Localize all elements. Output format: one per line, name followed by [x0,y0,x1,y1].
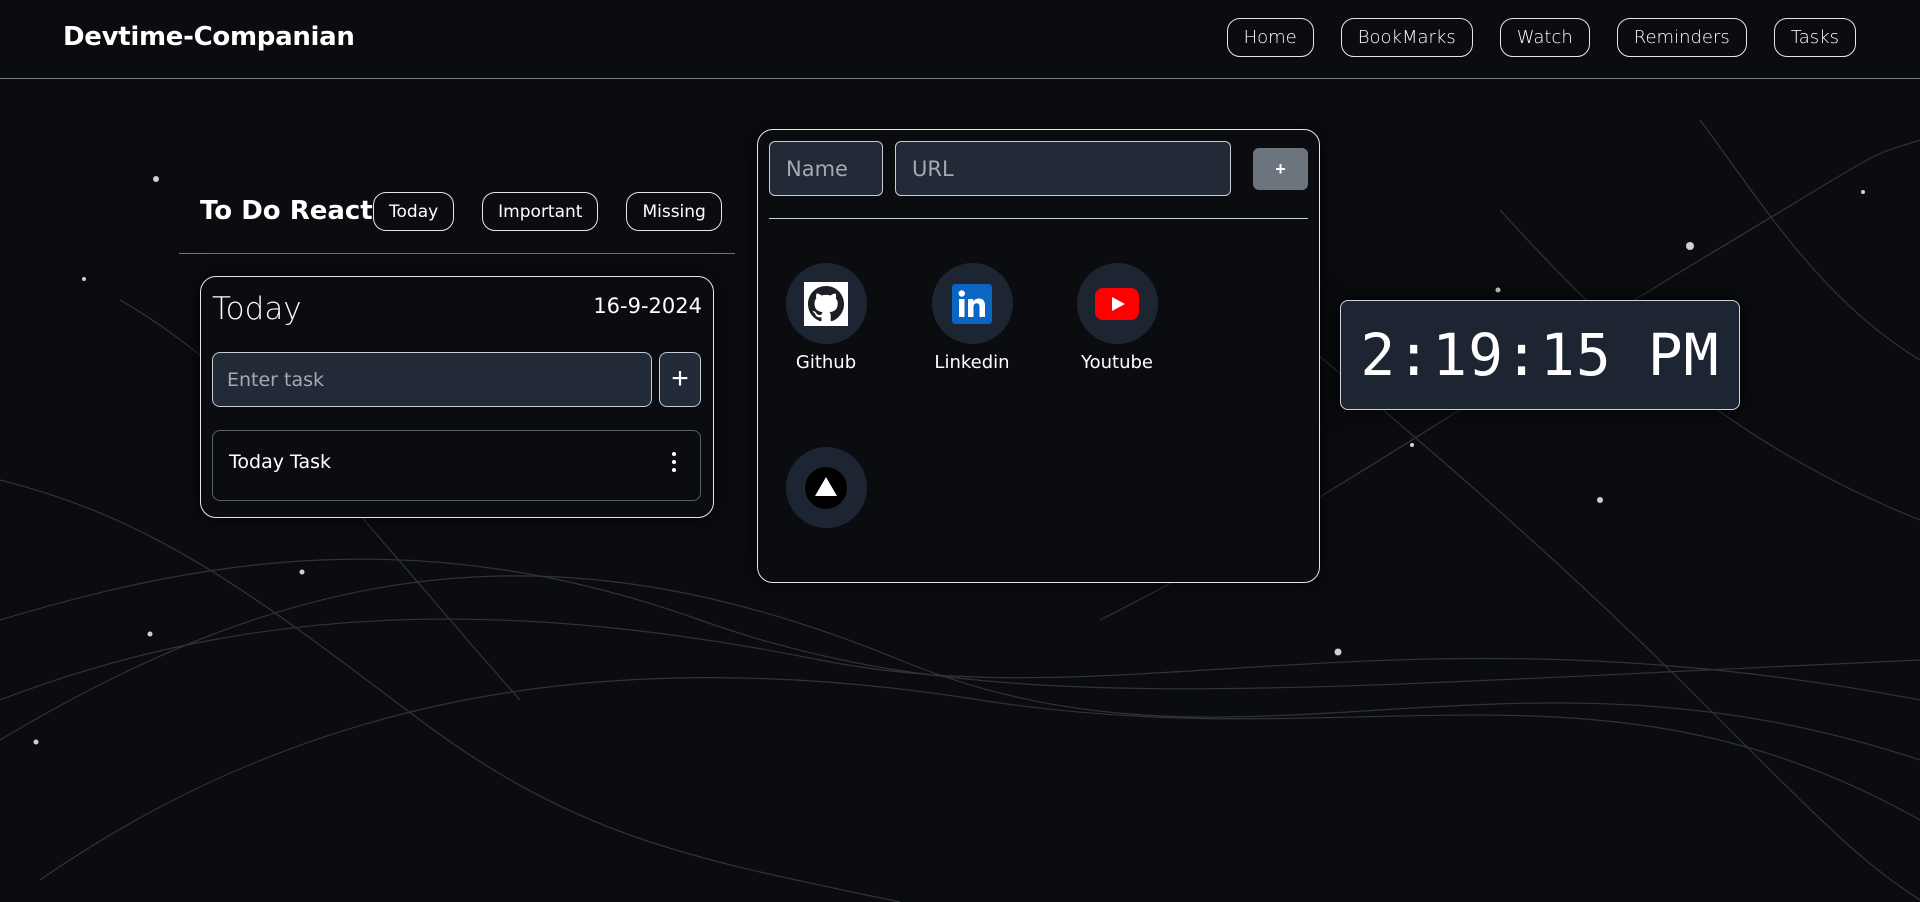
github-icon [804,281,848,326]
today-card: Today 16-9-2024 + Today Task [200,276,714,518]
nav-tasks[interactable]: Tasks [1773,18,1856,57]
top-navbar: Devtime-Companian Home BookMarks Watch R… [0,0,1920,79]
filter-missing[interactable]: Missing [626,192,722,231]
bookmark-name-input[interactable] [769,141,883,196]
kebab-menu-icon[interactable] [670,451,678,473]
bookmark-github[interactable]: Github [766,263,886,373]
digital-clock: 2:19:15 PM [1340,300,1740,410]
nav-links: Home BookMarks Watch Reminders Tasks [1226,18,1856,57]
todo-header: To Do React Today Important Missing [179,192,735,254]
bookmark-label: Linkedin [934,352,1010,373]
bookmarks-panel: + Github Linkedin Youtu [757,129,1320,583]
today-label: Today [212,291,302,327]
brand-title: Devtime-Companian [63,22,355,52]
bookmark-icon-circle [1076,263,1158,344]
todo-title: To Do React [200,196,373,226]
linkedin-icon [952,283,992,324]
today-date: 16-9-2024 [593,294,702,318]
nav-watch[interactable]: Watch [1499,18,1590,57]
clock-time: 2:19:15 PM [1360,321,1720,389]
task-input[interactable] [212,352,652,407]
bookmark-icon-circle [785,447,867,528]
task-item[interactable]: Today Task [212,430,701,501]
bookmark-youtube[interactable]: Youtube [1057,263,1177,373]
task-text: Today Task [229,451,331,473]
add-task-button[interactable]: + [659,352,701,407]
filter-today[interactable]: Today [373,192,455,231]
todo-filters: Today Important Missing [373,192,722,231]
bookmark-url-input[interactable] [895,141,1231,196]
nav-reminders[interactable]: Reminders [1616,18,1747,57]
bookmark-icon-circle [785,263,867,344]
filter-important[interactable]: Important [482,192,599,231]
add-bookmark-button[interactable]: + [1253,148,1308,190]
bookmark-label: Youtube [1081,352,1153,373]
bookmark-label: Github [795,352,857,373]
bookmark-unnamed[interactable] [766,447,886,536]
youtube-icon [1095,287,1139,320]
bookmark-divider [769,218,1308,219]
bookmark-icon-circle [931,263,1013,344]
nav-bookmarks[interactable]: BookMarks [1340,18,1473,57]
nav-home[interactable]: Home [1226,18,1314,57]
bookmark-linkedin[interactable]: Linkedin [912,263,1032,373]
triangle-icon [805,466,847,509]
